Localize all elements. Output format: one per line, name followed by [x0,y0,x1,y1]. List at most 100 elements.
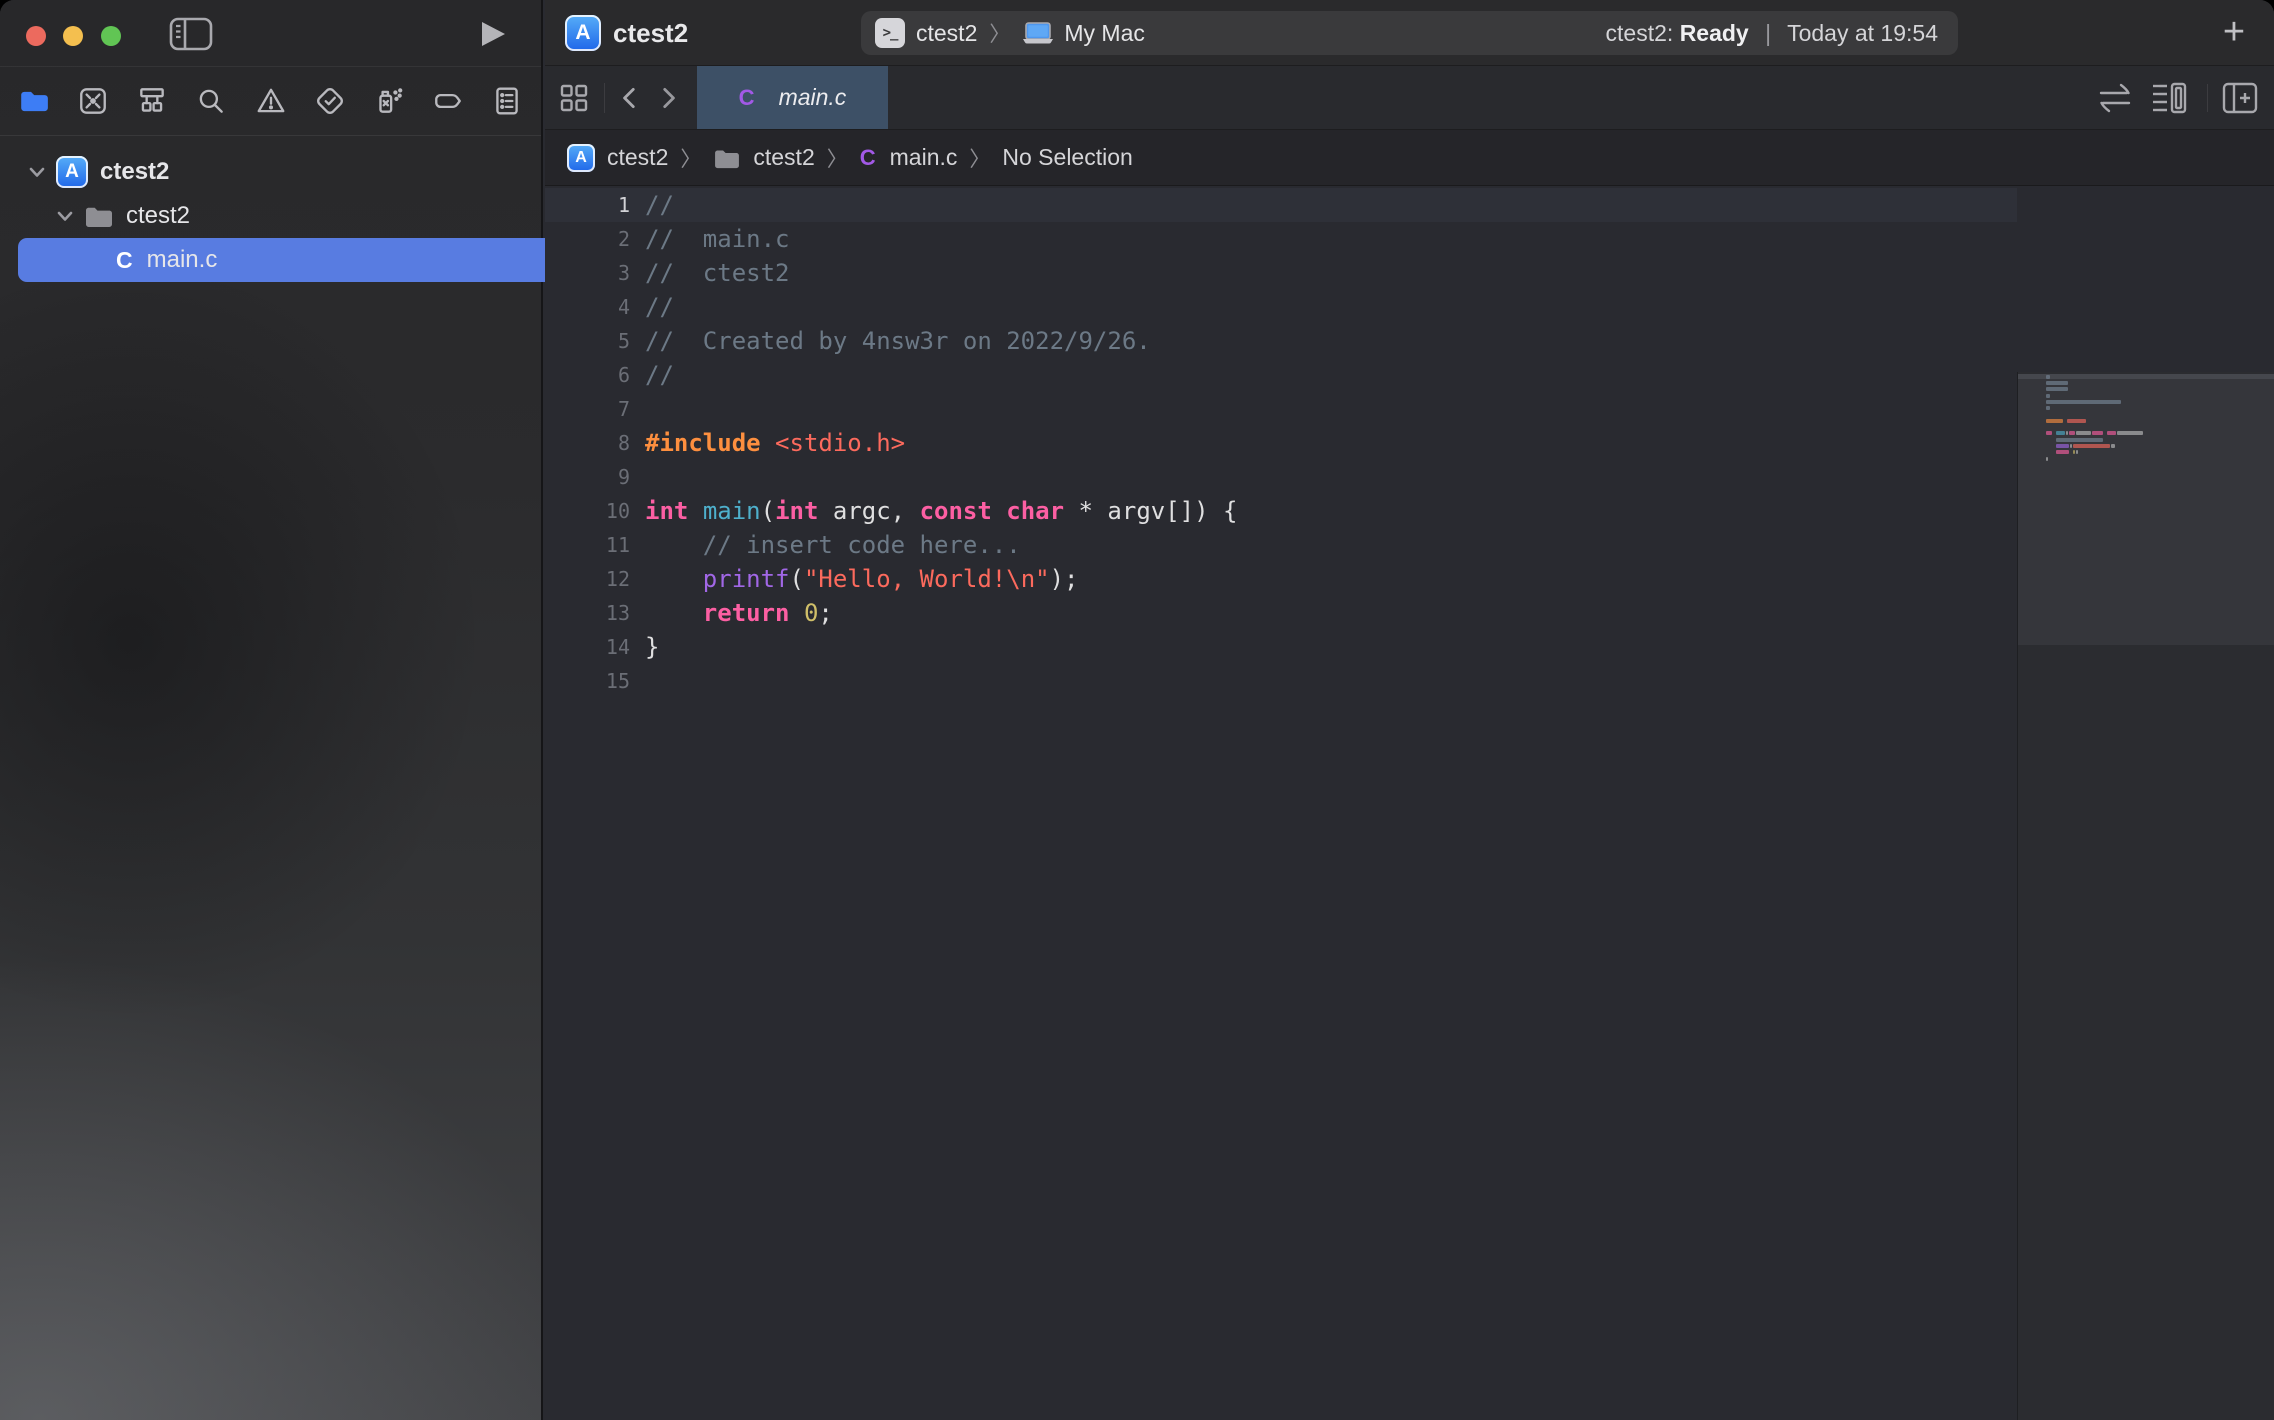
code-text: int main(int argc, const char * argv[]) … [645,494,1237,528]
code-text: // ctest2 [645,256,790,290]
code-line[interactable]: 15 [545,664,2017,698]
code-text: // [645,290,674,324]
tree-row[interactable]: Actest2 [0,150,567,194]
code-line[interactable]: 4// [545,290,2017,324]
navigator-sidebar: Actest2ctest2Cmain.c [0,0,543,1420]
breadcrumb-item[interactable]: No Selection [1002,144,1132,171]
find-navigator-icon[interactable] [191,81,231,121]
tab-overview-icon[interactable] [559,66,595,129]
tab-main.c[interactable]: Cmain.c [697,66,888,129]
editor-controls [2095,66,2274,129]
folder-icon [713,147,741,169]
divider [2207,84,2208,112]
tab-bar: Cmain.c [545,66,2274,130]
line-number: 12 [545,562,630,596]
breadcrumb-item[interactable]: Cmain.c [860,144,958,171]
minimap-line [2046,406,2051,410]
status-pipe: | [1765,20,1771,46]
breadcrumb-separator: 〉 [680,143,701,173]
minimap-current-line [2018,374,2274,379]
c-file-icon: C [860,145,876,171]
line-number: 9 [545,460,630,494]
back-chevron-icon[interactable] [617,66,647,129]
code-text: } [645,630,659,664]
code-text: // [645,358,674,392]
line-number: 15 [545,664,630,698]
xcode-window: Actest2ctest2Cmain.c A ctest2 >_ ctest2 … [0,0,2274,1420]
source-editor[interactable]: 1//2// main.c3// ctest24//5 // Created by… [545,186,2274,1420]
c-file-icon: C [739,85,755,111]
minimap-line [2046,457,2049,461]
status-state: Ready [1680,20,1749,46]
tree-row[interactable]: ctest2 [0,194,595,238]
destination-name[interactable]: My Mac [1064,20,1145,47]
c-file-icon: C [116,247,133,274]
code-line[interactable]: 2// main.c [545,222,2017,256]
code-text: // Created by 4nsw3r on 2022/9/26. [645,324,1151,358]
tab-label: main.c [779,84,847,111]
toggle-sidebar-icon[interactable] [168,16,214,52]
scheme-name[interactable]: ctest2 [916,20,977,47]
code-line[interactable]: 12 printf("Hello, World!\n"); [545,562,2017,596]
code-line[interactable]: 7 [545,392,2017,426]
minimize-button[interactable] [63,26,83,46]
issue-navigator-icon[interactable] [251,81,291,121]
minimap-line [2046,438,2104,442]
scheme-selector[interactable]: >_ ctest2 〉 My Mac [875,18,1145,48]
line-number: 13 [545,596,630,630]
code-line[interactable]: 13 return 0; [545,596,2017,630]
tree-item-label: ctest2 [126,202,190,230]
code-line[interactable]: 9 [545,460,2017,494]
breadcrumb-label: ctest2 [607,144,668,171]
source-control-navigator-icon[interactable] [73,81,113,121]
breadcrumb-item[interactable]: ctest2 [713,144,814,171]
run-button[interactable] [478,20,508,48]
code-area[interactable]: 1//2// main.c3// ctest24//5 // Created by… [545,188,2017,1420]
code-line[interactable]: 11 // insert code here... [545,528,2017,562]
my-mac-icon [1022,21,1054,45]
toolbar: A ctest2 >_ ctest2 〉 My Mac ctest2: Read… [545,0,2274,66]
code-line[interactable]: 5 // Created by 4nsw3r on 2022/9/26. [545,324,2017,358]
code-text: printf("Hello, World!\n"); [645,562,1079,596]
sidebar-titlebar [0,0,541,66]
line-number: 5 [545,324,630,358]
symbol-navigator-icon[interactable] [132,81,172,121]
line-number: 7 [545,392,630,426]
library-plus-button[interactable]: + [2216,12,2252,52]
forward-chevron-icon[interactable] [655,66,685,129]
editor-options-icon[interactable] [2149,80,2189,116]
code-review-icon[interactable] [2095,80,2135,116]
breadcrumb-item[interactable]: Actest2 [567,144,668,172]
breadcrumb-separator: 〉 [827,143,848,173]
activity-status[interactable]: ctest2: Ready | Today at 19:54 [1606,20,1938,47]
main-area: A ctest2 >_ ctest2 〉 My Mac ctest2: Read… [545,0,2274,1420]
code-text: // [645,188,674,222]
minimap-line [2046,450,2079,454]
code-line[interactable]: 6// [545,358,2017,392]
breakpoint-navigator-icon[interactable] [428,81,468,121]
window-title: ctest2 [613,0,688,66]
test-navigator-icon[interactable] [310,81,350,121]
disclosure-chevron-icon[interactable] [26,161,48,183]
debug-navigator-icon[interactable] [369,81,409,121]
code-line[interactable]: 8#include <stdio.h> [545,426,2017,460]
jump-bar: Actest2〉ctest2〉Cmain.c〉No Selection [545,130,2274,186]
disclosure-chevron-icon[interactable] [54,205,76,227]
code-line[interactable]: 3// ctest2 [545,256,2017,290]
minimap-line [2046,394,2051,398]
report-navigator-icon[interactable] [487,81,527,121]
code-line[interactable]: 14} [545,630,2017,664]
code-line[interactable]: 10int main(int argc, const char * argv[]… [545,494,2017,528]
breadcrumb-label: No Selection [1002,144,1132,171]
code-line[interactable]: 1// [545,188,2017,222]
minimap-line [2046,419,2087,423]
minimap[interactable] [2017,372,2274,1420]
zoom-button[interactable] [101,26,121,46]
code-text: return 0; [645,596,833,630]
tree-item-label: main.c [147,246,218,274]
minimap-line [2046,444,2116,448]
close-button[interactable] [26,26,46,46]
add-editor-icon[interactable] [2220,80,2260,116]
xcode-project-icon: A [567,144,595,172]
project-navigator-icon[interactable] [14,81,54,121]
